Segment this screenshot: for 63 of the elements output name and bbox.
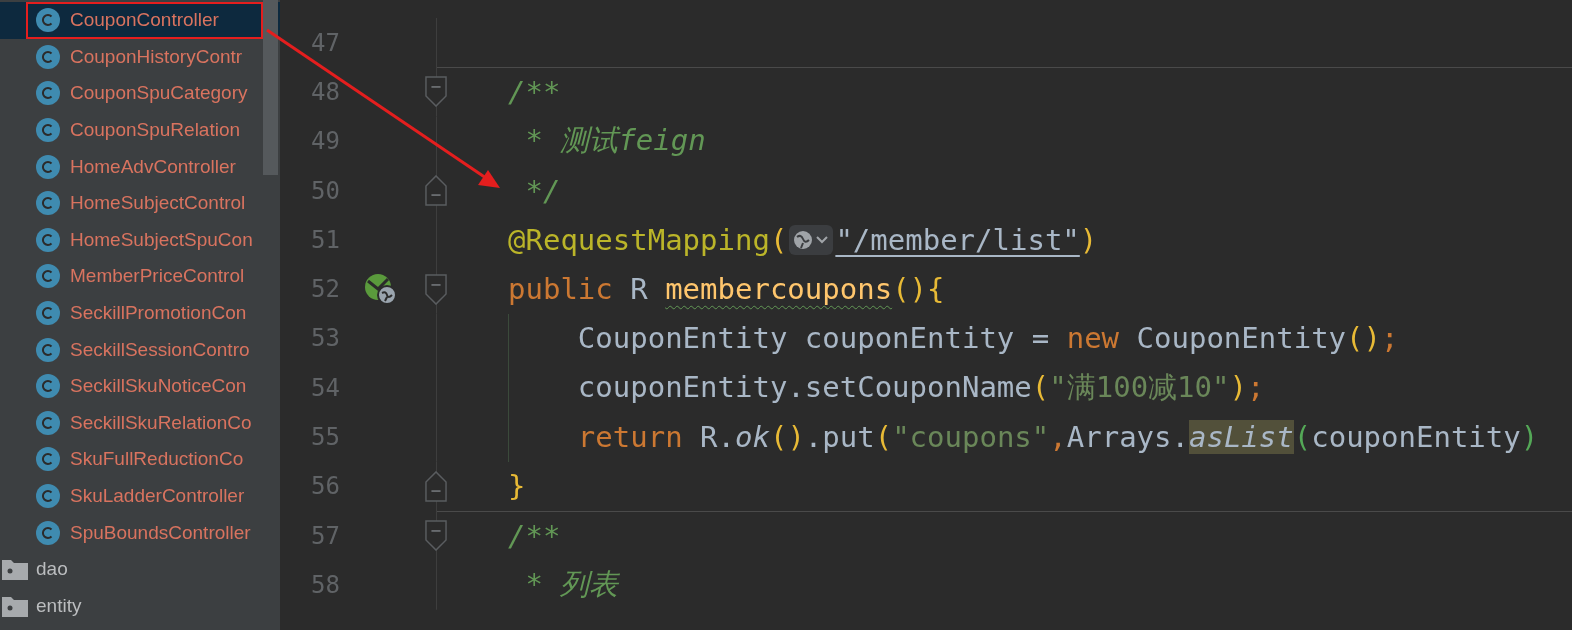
class-icon [36, 154, 60, 179]
line-number: 52 [310, 275, 340, 304]
code-line: CouponEntity couponEntity = new CouponEntity(); [576, 321, 1399, 356]
tree-item[interactable]: HomeSubjectControl [0, 184, 280, 222]
line-number: 47 [310, 28, 340, 57]
line-number: 50 [310, 176, 340, 205]
code-line: */ [524, 173, 561, 208]
code-line: public R membercoupons(){ [508, 272, 945, 307]
tree-item[interactable]: HomeSubjectSpuCon [0, 221, 280, 259]
class-icon [36, 264, 60, 289]
line-number: 55 [310, 423, 340, 451]
scrollbar-thumb[interactable] [263, 0, 278, 175]
code-text: @RequestMapping( [508, 222, 788, 257]
tree-item[interactable]: HomeAdvController [0, 148, 280, 185]
class-icon [36, 227, 60, 252]
line-number: 48 [310, 77, 340, 106]
code-line: * 测试feign [524, 122, 706, 160]
tree-item[interactable]: SeckillSkuRelationCo [0, 404, 280, 442]
line-number: 54 [310, 373, 340, 402]
line-number: 58 [310, 570, 340, 599]
class-icon [36, 447, 60, 472]
code-line: /** [508, 74, 561, 109]
class-icon [36, 484, 60, 508]
tree-item[interactable]: SpuBoundsController [0, 514, 280, 551]
code-line: return R.ok().put("coupons",Arrays.asList(couponEntity) [576, 420, 1539, 454]
line-number: 49 [310, 127, 340, 156]
bean-globe-icon[interactable] [363, 273, 397, 306]
tree-item[interactable]: SkuFullReductionCo [0, 441, 280, 478]
line-number: 56 [310, 472, 340, 501]
tree-item[interactable]: SkuLadderController [0, 477, 280, 515]
tree-item[interactable]: SeckillSkuNoticeCon [0, 367, 280, 405]
tree-item[interactable]: entity [0, 587, 280, 625]
fold-marker-icon[interactable] [425, 273, 447, 305]
tree-item[interactable]: SeckillSessionContro [0, 331, 280, 368]
class-icon [36, 81, 60, 106]
code-line: * 列表 [524, 565, 619, 603]
class-icon [36, 410, 60, 435]
fold-marker-icon[interactable] [425, 470, 447, 502]
tree-item[interactable]: MemberPriceControl [0, 258, 280, 295]
tree-item[interactable]: CouponSpuRelation [0, 111, 280, 149]
line-number: 57 [310, 521, 340, 550]
class-icon [36, 118, 60, 143]
fold-marker-icon[interactable] [425, 76, 447, 108]
inlay-hint-icon[interactable] [789, 224, 834, 255]
code-line: /** [508, 518, 561, 553]
code-line: } [508, 469, 526, 504]
class-icon [36, 8, 60, 33]
line-number: 51 [310, 225, 340, 254]
class-icon [36, 44, 60, 69]
class-icon [36, 374, 60, 399]
line-number: 53 [310, 324, 340, 353]
tree-item[interactable]: CouponSpuCategory [0, 75, 280, 112]
tree-item[interactable]: CouponHistoryContr [0, 38, 280, 76]
fold-marker-icon[interactable] [425, 175, 447, 207]
class-icon [36, 337, 60, 362]
code-text: "/member/list") [835, 222, 1098, 257]
fold-marker-icon[interactable] [425, 520, 447, 552]
class-icon [36, 191, 60, 216]
code-line: couponEntity.setCouponName("满100减10"); [576, 368, 1265, 406]
tree-item[interactable]: dao [0, 550, 280, 588]
class-icon [36, 520, 60, 545]
class-icon [36, 301, 60, 326]
tree-item[interactable]: SeckillPromotionCon [0, 294, 280, 332]
